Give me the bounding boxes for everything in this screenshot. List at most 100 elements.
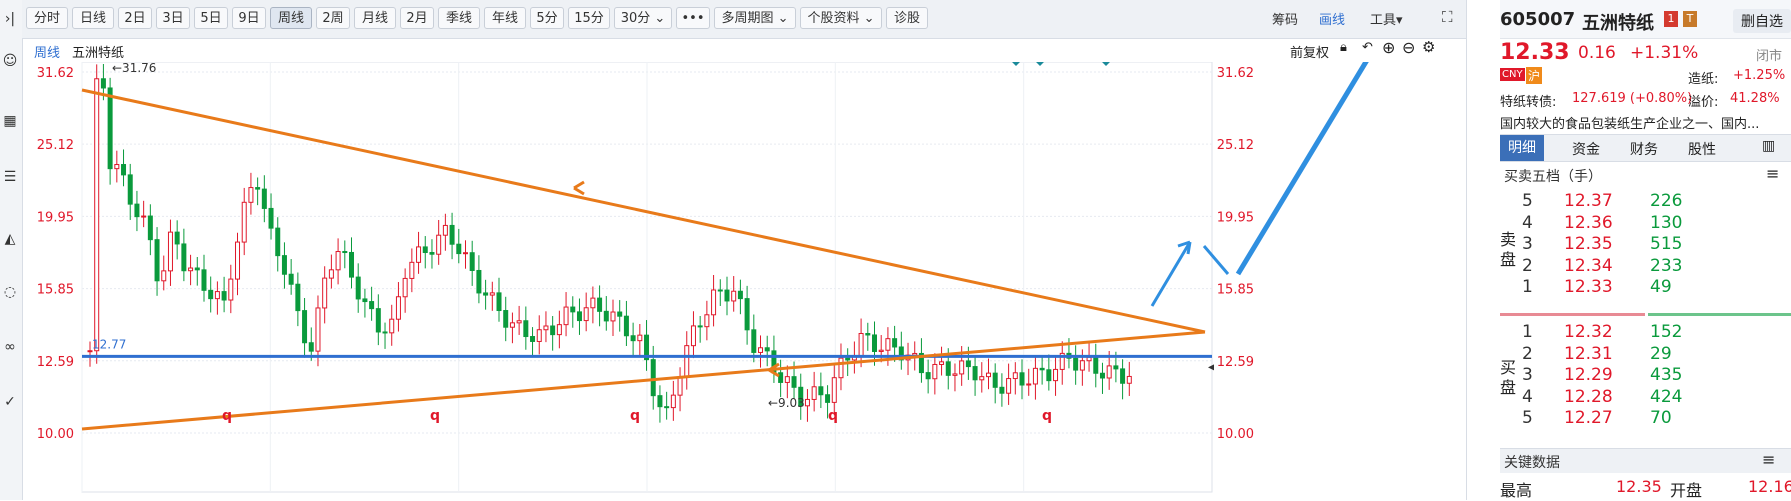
period-button-8[interactable]: 月线 bbox=[354, 7, 396, 29]
orderbook-buy-row[interactable]: 2 12.31 29 bbox=[1522, 344, 1742, 368]
compass-icon[interactable]: ◭ bbox=[1, 230, 19, 248]
candle-body bbox=[295, 283, 301, 312]
period-button-6[interactable]: 周线 bbox=[270, 7, 312, 29]
chat-icon[interactable]: ◌ bbox=[1, 283, 19, 301]
orderbook-buy-row[interactable]: 3 12.29 435 bbox=[1522, 365, 1742, 389]
period-button-15[interactable]: 多周期图 ⌄ bbox=[714, 7, 796, 29]
orderbook-sell-volume: 130 bbox=[1650, 212, 1683, 233]
tools-menu[interactable]: 工具▾ bbox=[1370, 9, 1403, 28]
company-desc[interactable]: 国内较大的食品包装纸生产企业之一、国内... bbox=[1500, 113, 1791, 132]
candle-body bbox=[1079, 360, 1085, 371]
fullscreen-icon[interactable]: ⛶ bbox=[1442, 8, 1453, 26]
quote-tab-0[interactable]: 明细 bbox=[1500, 135, 1544, 161]
candle-body bbox=[121, 164, 127, 176]
candle-body bbox=[684, 345, 690, 378]
layout-icon[interactable]: ▥ bbox=[1762, 138, 1775, 154]
candle-body bbox=[1093, 356, 1099, 374]
chevron-down-icon: ⌄ bbox=[650, 11, 666, 26]
candle-body bbox=[261, 188, 267, 209]
candle-body bbox=[1086, 356, 1092, 362]
premium-value: 41.28% bbox=[1730, 91, 1780, 106]
y-tick-right: 25.12 bbox=[1217, 138, 1254, 153]
orderbook-sell-row[interactable]: 2 12.34 233 bbox=[1522, 256, 1742, 280]
check-badge-icon[interactable]: ✓ bbox=[1, 393, 19, 411]
chart-header: 周线 五洲特纸 前复权 🔒︎ ↶ ⊕ ⊖ ⚙ bbox=[22, 38, 1466, 62]
period-button-13[interactable]: 15分 bbox=[568, 7, 610, 29]
y-tick-right: 10.00 bbox=[1217, 427, 1254, 442]
period-button-10[interactable]: 季线 bbox=[438, 7, 480, 29]
settings-gear-icon[interactable]: ⚙ bbox=[1422, 38, 1435, 56]
zoom-out-icon[interactable]: ⊖ bbox=[1402, 38, 1415, 57]
orderbook-buy-row[interactable]: 1 12.32 152 bbox=[1522, 322, 1742, 346]
candle-body bbox=[690, 325, 696, 347]
orderbook-sell-row[interactable]: 5 12.37 226 bbox=[1522, 191, 1742, 215]
quote-tab-1[interactable]: 资金 bbox=[1572, 139, 1600, 159]
chart-board-icon[interactable]: ▦ bbox=[1, 112, 19, 130]
horizontal-line-label: 12.77 bbox=[92, 337, 126, 351]
draw-line-button[interactable]: 画线 bbox=[1319, 9, 1345, 28]
orderbook-buy-level: 3 bbox=[1522, 365, 1533, 385]
period-button-1[interactable]: 日线 bbox=[72, 7, 114, 29]
period-button-9[interactable]: 2月 bbox=[400, 7, 434, 29]
quote-tab-3[interactable]: 股性 bbox=[1688, 139, 1716, 159]
collapse-icon[interactable]: ›| bbox=[1, 10, 19, 28]
period-button-16[interactable]: 个股资料 ⌄ bbox=[800, 7, 882, 29]
industry-label[interactable]: 造纸: bbox=[1688, 68, 1718, 87]
more-periods-button[interactable]: ••• bbox=[676, 7, 710, 29]
period-button-17[interactable]: 诊股 bbox=[886, 7, 928, 29]
lock-icon[interactable]: 🔒︎ bbox=[1340, 40, 1347, 55]
candle-body bbox=[1006, 378, 1012, 394]
candle-body bbox=[965, 360, 971, 368]
quote-tab-2[interactable]: 财务 bbox=[1630, 139, 1658, 159]
period-button-14[interactable]: 30分 ⌄ bbox=[614, 7, 672, 29]
delete-watchlist-button[interactable]: 删自选 bbox=[1733, 9, 1791, 33]
candle-body bbox=[409, 261, 415, 279]
candle-body bbox=[1032, 367, 1038, 385]
orderbook-sell-level: 4 bbox=[1522, 212, 1533, 233]
candle-body bbox=[268, 207, 274, 229]
kline-chart[interactable]: 31.62 31.62 25.12 25.12 19.95 19.95 15.85 15.85… bbox=[22, 62, 1466, 500]
robot-icon[interactable]: ☺ bbox=[1, 52, 19, 70]
orderbook-sell-row[interactable]: 3 12.35 515 bbox=[1522, 234, 1742, 258]
adjust-button[interactable]: 前复权 bbox=[1290, 42, 1329, 61]
period-button-11[interactable]: 年线 bbox=[484, 7, 526, 29]
period-button-3[interactable]: 3日 bbox=[156, 7, 190, 29]
zoom-in-icon[interactable]: ⊕ bbox=[1382, 38, 1395, 57]
period-button-5[interactable]: 9日 bbox=[232, 7, 266, 29]
orderbook-sell-row[interactable]: 1 12.33 49 bbox=[1522, 277, 1742, 301]
period-button-7[interactable]: 2周 bbox=[316, 7, 350, 29]
candle-body bbox=[241, 201, 247, 243]
sell-side-label: 卖盘 bbox=[1500, 230, 1517, 269]
candle-body bbox=[1073, 357, 1079, 371]
orderbook-buy-row[interactable]: 5 12.27 70 bbox=[1522, 408, 1742, 432]
candle-body bbox=[167, 231, 173, 272]
candle-body bbox=[328, 269, 334, 279]
buy-volume-bar bbox=[1648, 313, 1791, 316]
link-icon[interactable]: ∞ bbox=[1, 338, 19, 356]
convertible-label[interactable]: 特纸转债: bbox=[1500, 91, 1556, 110]
menu-icon[interactable]: ≡ bbox=[1766, 164, 1779, 183]
candle-body bbox=[1106, 365, 1112, 379]
period-button-4[interactable]: 5日 bbox=[194, 7, 228, 29]
candle-body bbox=[201, 269, 207, 291]
candle-body bbox=[141, 215, 147, 218]
orderbook-buy-row[interactable]: 4 12.28 424 bbox=[1522, 387, 1742, 411]
chip-button[interactable]: 筹码 bbox=[1272, 9, 1298, 28]
orderbook-buy-volume: 435 bbox=[1650, 365, 1683, 385]
sell-volume-bar bbox=[1500, 313, 1645, 316]
candle-body bbox=[925, 372, 931, 380]
orderbook-buy-price: 12.28 bbox=[1564, 386, 1613, 407]
orderbook-buy-volume: 29 bbox=[1650, 343, 1672, 364]
key-data-menu-icon[interactable]: ≡ bbox=[1762, 450, 1775, 469]
candle-body bbox=[248, 187, 254, 203]
orderbook-sell-row[interactable]: 4 12.36 130 bbox=[1522, 213, 1742, 237]
period-button-2[interactable]: 2日 bbox=[118, 7, 152, 29]
period-button-12[interactable]: 5分 bbox=[530, 7, 564, 29]
candle-body bbox=[959, 360, 965, 375]
undo-icon[interactable]: ↶ bbox=[1362, 40, 1373, 55]
news-icon[interactable]: ☰ bbox=[1, 168, 19, 186]
y-tick-right: 12.59 bbox=[1217, 355, 1254, 370]
period-button-0[interactable]: 分时 bbox=[26, 7, 68, 29]
y-tick-left: 31.62 bbox=[37, 66, 74, 81]
candle-body bbox=[147, 215, 153, 241]
